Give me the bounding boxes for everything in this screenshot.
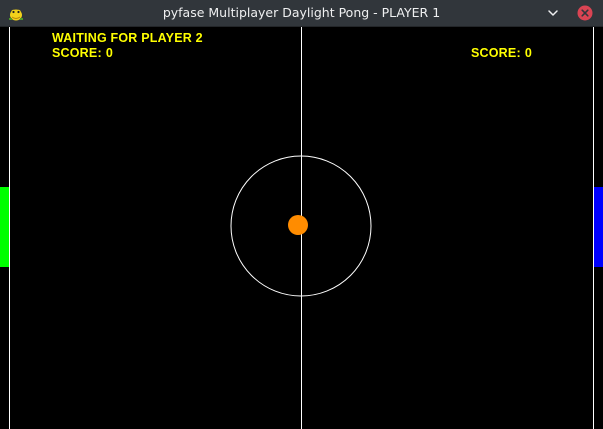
status-message: WAITING FOR PLAYER 2 — [52, 31, 203, 45]
close-icon[interactable] — [577, 5, 593, 21]
court — [0, 27, 603, 429]
player2-score-value: 0 — [524, 46, 532, 60]
window-title: pyfase Multiplayer Daylight Pong - PLAYE… — [162, 5, 441, 20]
ball — [288, 215, 308, 235]
minimize-icon[interactable] — [545, 5, 561, 21]
window-titlebar[interactable]: pyfase Multiplayer Daylight Pong - PLAYE… — [0, 0, 603, 27]
player2-score-label: SCORE: — [471, 46, 521, 60]
player1-score-label: SCORE: — [52, 46, 102, 60]
game-canvas[interactable]: WAITING FOR PLAYER 2 SCORE: 0 SCORE: 0 — [0, 27, 603, 429]
player1-paddle — [0, 187, 9, 267]
player2-score: SCORE: 0 — [471, 46, 532, 60]
player1-score: SCORE: 0 — [52, 46, 113, 60]
player1-score-value: 0 — [105, 46, 113, 60]
player2-paddle — [594, 187, 603, 267]
